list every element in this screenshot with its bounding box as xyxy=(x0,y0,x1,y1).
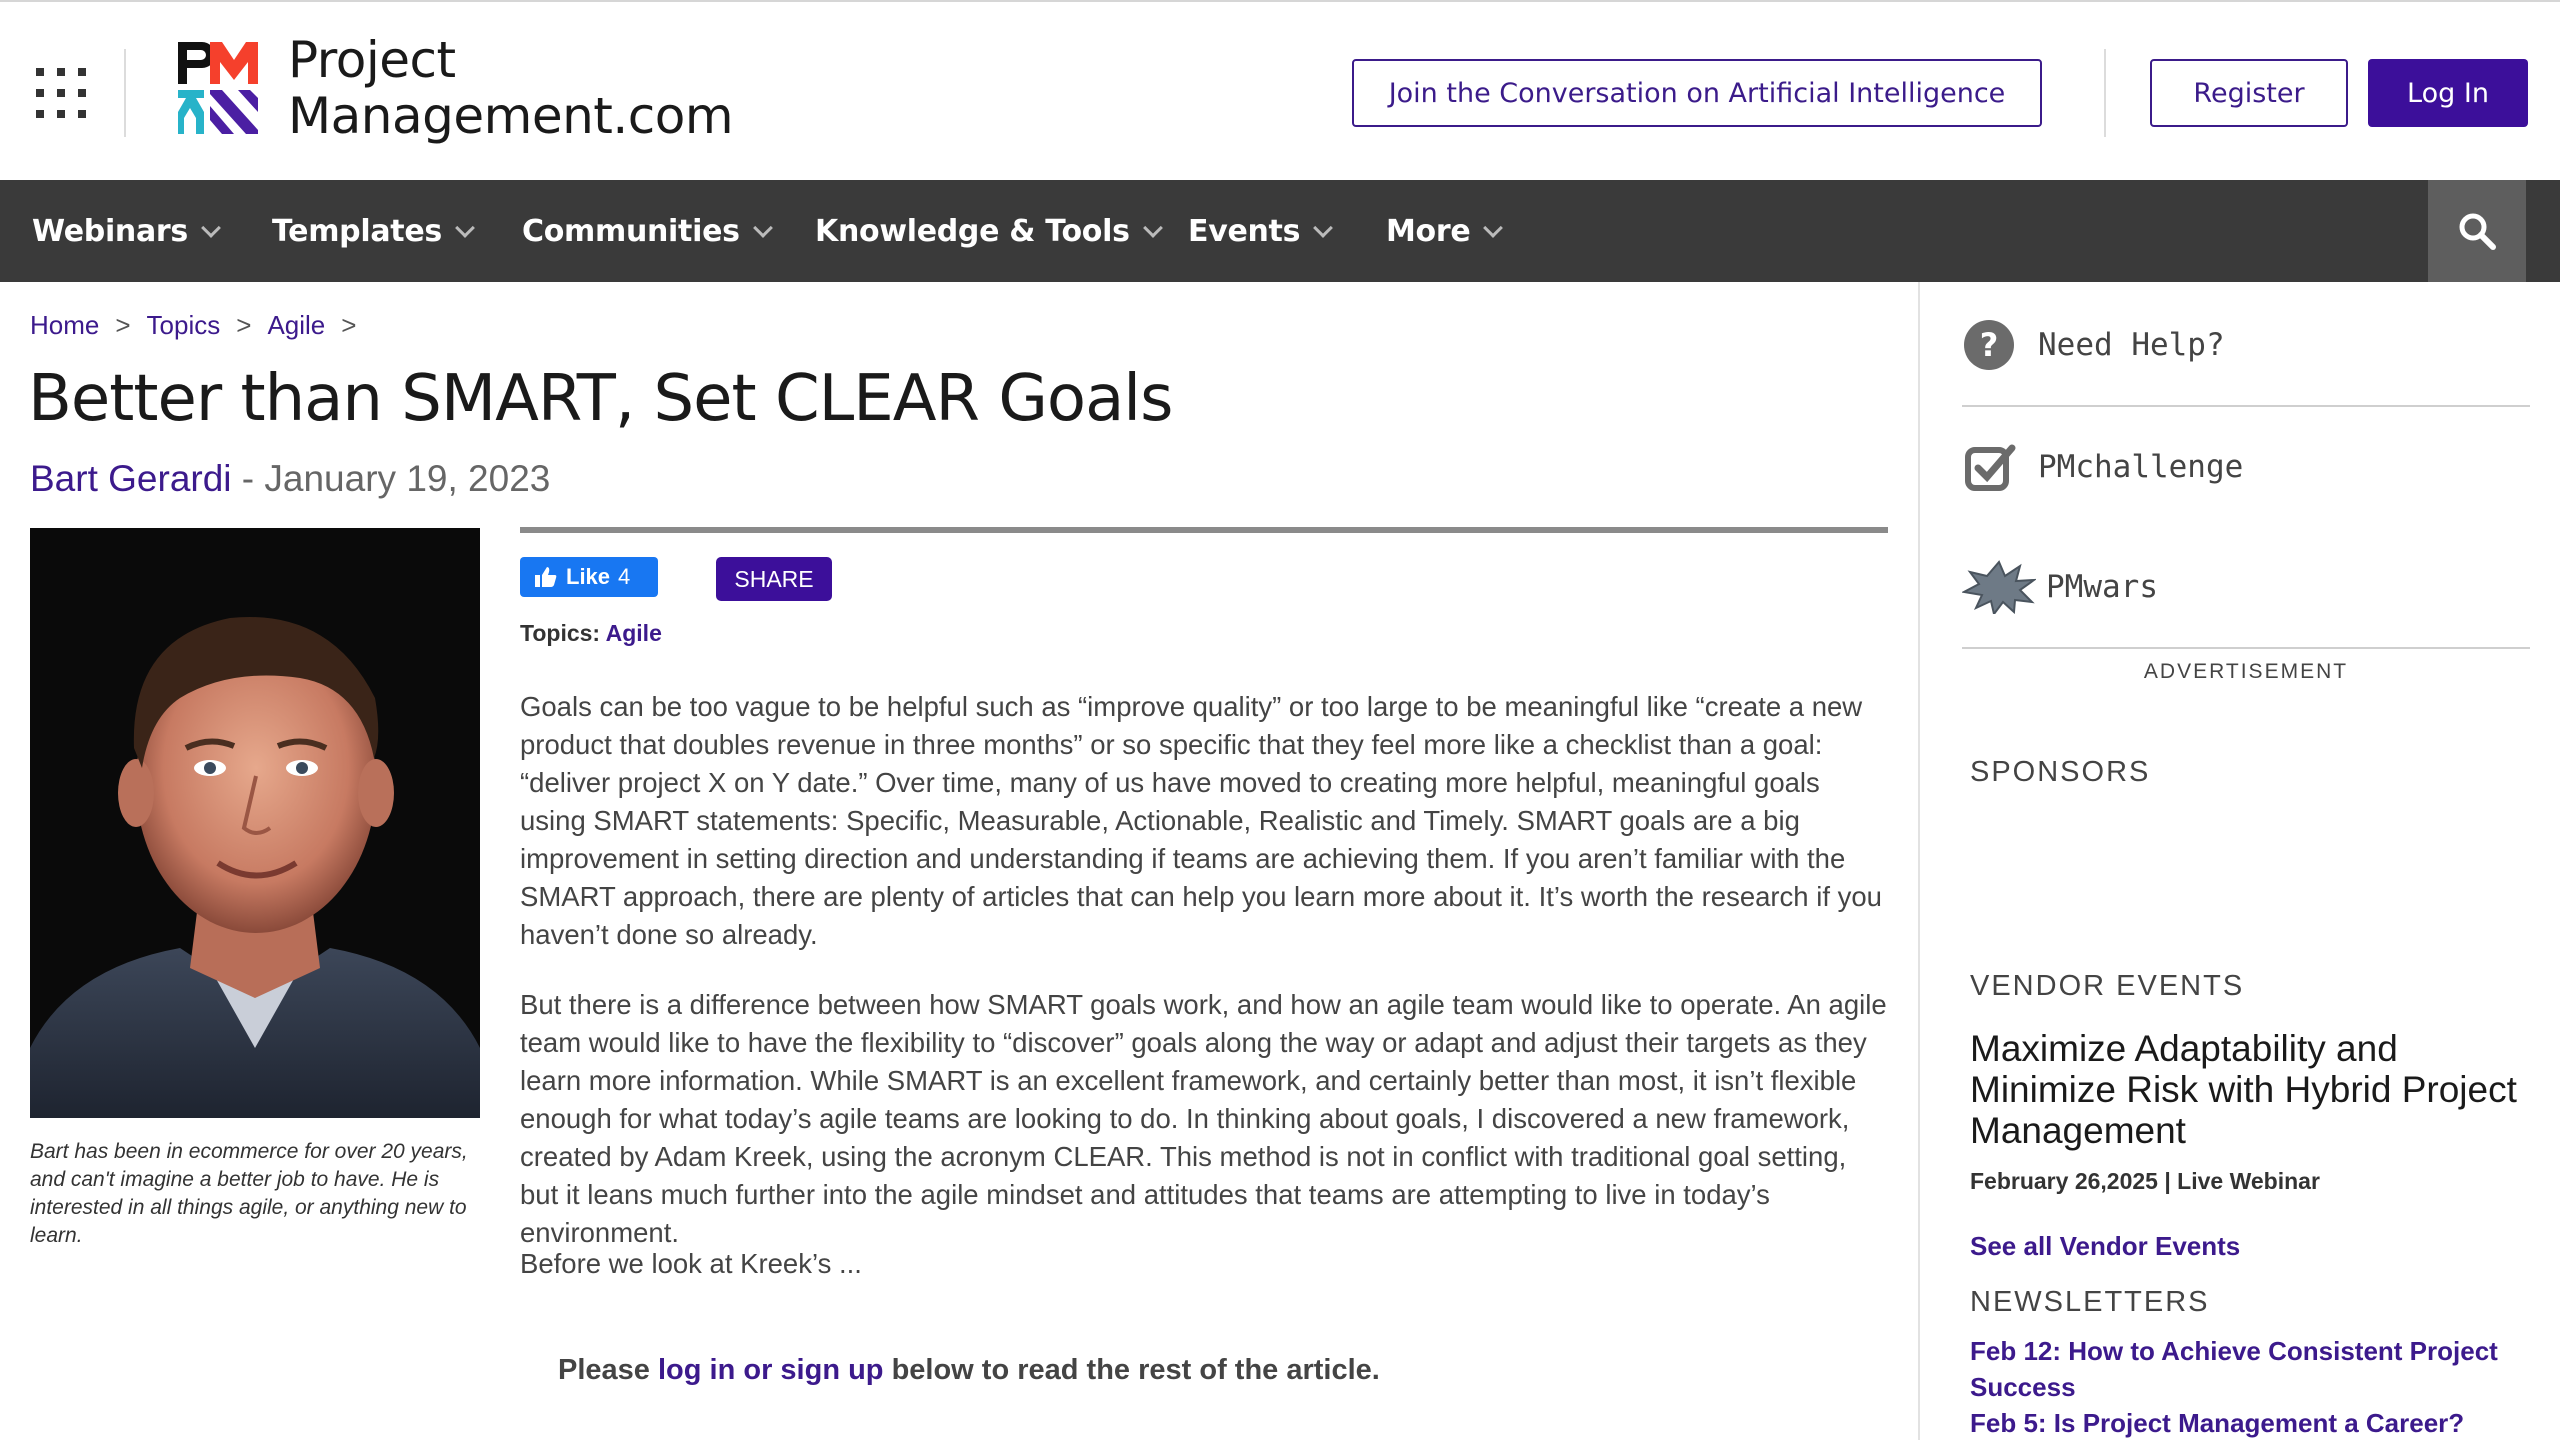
logo-line-1: Project xyxy=(288,31,456,89)
newsletter-link[interactable]: Feb 5: Is Project Management a Career? xyxy=(1970,1405,2530,1440)
author-link[interactable]: Bart Gerardi xyxy=(30,458,232,499)
pmwars-link[interactable]: PMwars xyxy=(1962,537,2530,637)
nav-label: Communities xyxy=(522,213,740,249)
breadcrumb-agile[interactable]: Agile xyxy=(267,310,325,340)
author-caption: Bart has been in ecommerce for over 20 y… xyxy=(30,1140,468,1247)
nav-item-more[interactable]: More xyxy=(1386,180,1504,282)
breadcrumb-separator: > xyxy=(115,310,131,340)
pmchallenge-link[interactable]: PMchallenge xyxy=(1962,417,2530,517)
vendor-event-title[interactable]: Maximize Adaptability and Minimize Risk … xyxy=(1970,1028,2530,1151)
login-signup-link[interactable]: log in or sign up xyxy=(658,1354,884,1386)
sidebar-divider xyxy=(1918,282,1920,1440)
breadcrumb: Home > Topics > Agile > xyxy=(30,310,372,341)
author-photo xyxy=(30,528,480,1118)
like-label: Like xyxy=(566,564,611,589)
topics-line: Topics: Agile xyxy=(520,620,662,647)
checkbox-check-icon xyxy=(1965,444,2016,491)
article-paragraph: But there is a difference between how SM… xyxy=(520,989,1887,1248)
nav-label: More xyxy=(1386,213,1471,249)
ai-conversation-button[interactable]: Join the Conversation on Artificial Inte… xyxy=(1352,59,2042,127)
header-divider-right xyxy=(2104,49,2106,137)
nav-item-communities[interactable]: Communities xyxy=(522,180,773,282)
nav-label: Events xyxy=(1188,213,1301,249)
chevron-down-icon xyxy=(201,218,221,238)
vendor-events-heading: VENDOR EVENTS xyxy=(1970,970,2245,1002)
chevron-down-icon xyxy=(1313,218,1334,238)
article-divider xyxy=(520,527,1888,533)
chevron-down-icon xyxy=(455,218,475,238)
pmcom-logo-icon[interactable] xyxy=(176,38,276,134)
svg-text:?: ? xyxy=(1980,326,1999,364)
facebook-like-button[interactable]: Like 4 xyxy=(520,557,658,597)
breadcrumb-topics[interactable]: Topics xyxy=(147,310,221,340)
like-count: 4 xyxy=(618,564,631,589)
need-help-label: Need Help? xyxy=(2038,327,2225,363)
share-button[interactable]: SHARE xyxy=(716,557,832,601)
author-portrait-image xyxy=(30,528,480,1118)
search-icon xyxy=(2459,213,2496,250)
pmchallenge-label: PMchallenge xyxy=(2038,449,2244,485)
byline-separator: - xyxy=(231,458,265,499)
help-question-icon: ? xyxy=(1964,320,2014,370)
chevron-down-icon xyxy=(752,218,773,238)
nav-item-webinars[interactable]: Webinars xyxy=(32,180,221,282)
breadcrumb-separator: > xyxy=(341,310,357,340)
publish-date: January 19, 2023 xyxy=(264,458,551,499)
sidebar-separator xyxy=(1962,405,2530,407)
thumbs-up-icon xyxy=(535,567,557,587)
sponsors-heading: SPONSORS xyxy=(1970,756,2151,788)
site-header: Project Management.com Join the Conversa… xyxy=(0,2,2560,180)
topics-label: Topics: xyxy=(520,620,606,646)
main-nav: Webinars Templates Communities Knowledge… xyxy=(0,180,2560,282)
topic-link-agile[interactable]: Agile xyxy=(606,620,662,646)
breadcrumb-home[interactable]: Home xyxy=(30,310,99,340)
see-all-vendor-events-link[interactable]: See all Vendor Events xyxy=(1970,1228,2530,1264)
nav-item-knowledge-tools[interactable]: Knowledge & Tools xyxy=(815,180,1163,282)
nav-label: Webinars xyxy=(32,213,188,249)
byline: Bart Gerardi - January 19, 2023 xyxy=(30,458,550,500)
search-button[interactable] xyxy=(2428,180,2526,282)
advertisement-label: ADVERTISEMENT xyxy=(2143,660,2349,683)
chevron-down-icon xyxy=(1483,218,1504,238)
header-divider xyxy=(124,49,126,137)
newsletters-heading: NEWSLETTERS xyxy=(1970,1286,2210,1318)
nav-item-templates[interactable]: Templates xyxy=(272,180,475,282)
starburst-icon xyxy=(1962,560,2036,614)
register-button[interactable]: Register xyxy=(2150,59,2348,127)
nav-label: Knowledge & Tools xyxy=(815,213,1130,249)
apps-grid-icon[interactable] xyxy=(36,68,86,118)
site-logo-text[interactable]: Project Management.com xyxy=(288,31,734,145)
login-prompt-suffix: below to read the rest of the article. xyxy=(883,1354,1380,1386)
chevron-down-icon xyxy=(1142,218,1163,238)
sidebar-separator xyxy=(1962,647,2530,649)
need-help-link[interactable]: ? Need Help? xyxy=(1962,295,2530,395)
newsletter-link[interactable]: Feb 12: How to Achieve Consistent Projec… xyxy=(1970,1333,2530,1405)
breadcrumb-separator: > xyxy=(236,310,252,340)
logo-line-2: Management.com xyxy=(288,87,734,145)
article-paragraph: Before we look at Kreek’s ... xyxy=(520,1248,862,1279)
nav-item-events[interactable]: Events xyxy=(1188,180,1334,282)
login-button[interactable]: Log In xyxy=(2368,59,2528,127)
article-paragraph: Goals can be too vague to be helpful suc… xyxy=(520,691,1882,950)
nav-label: Templates xyxy=(272,213,442,249)
login-prompt-prefix: Please xyxy=(558,1354,658,1386)
pmwars-label: PMwars xyxy=(2046,569,2158,605)
vendor-event-meta: February 26,2025 | Live Webinar xyxy=(1970,1168,2320,1194)
page-title: Better than SMART, Set CLEAR Goals xyxy=(28,362,1173,436)
login-prompt: Please log in or sign up below to read t… xyxy=(558,1354,1380,1387)
